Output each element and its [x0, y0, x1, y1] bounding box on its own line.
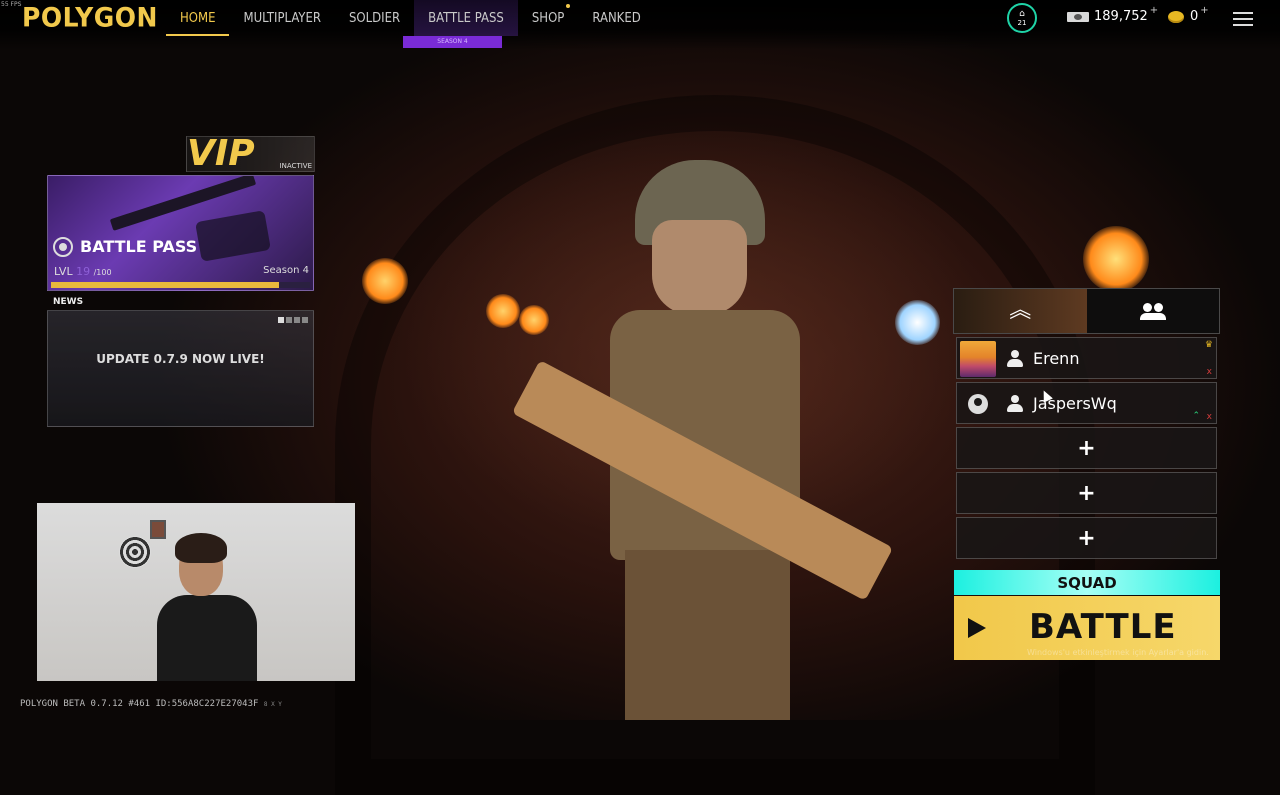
squad-member-slot[interactable]: Erenn ♛ x: [956, 337, 1217, 379]
invite-slot[interactable]: +: [956, 427, 1217, 469]
soldier-artwork: [195, 210, 271, 262]
streamer: [157, 533, 257, 681]
carousel-dot[interactable]: [286, 317, 292, 323]
kick-button[interactable]: x: [1207, 412, 1212, 422]
nav-home[interactable]: HOME: [166, 0, 230, 36]
add-player-icon: +: [1077, 525, 1096, 551]
gold-coin-icon: [1168, 10, 1184, 23]
build-info-text: POLYGON BETA 0.7.12 #461 ID:556A8C227E27…: [20, 699, 259, 709]
play-icon: [968, 618, 986, 638]
level-up-icon: ⌂: [1019, 8, 1025, 19]
battle-pass-season-tag: SEASON 4: [403, 36, 502, 48]
tab-friends[interactable]: [1087, 289, 1220, 333]
streamer-webcam: [37, 503, 355, 681]
squad-tabs: ︽: [953, 288, 1220, 334]
player-level-badge[interactable]: ⌂ 21: [1007, 3, 1037, 33]
battle-label: BATTLE: [1029, 607, 1177, 647]
lamp-light: [895, 300, 940, 345]
windows-activation-watermark: Windows'u etkinleştirmek için Ayarlar'a …: [1027, 648, 1209, 657]
person-icon: [1007, 395, 1023, 413]
invite-slot[interactable]: +: [956, 517, 1217, 559]
leader-crown-icon: ♛: [1204, 340, 1213, 350]
hamburger-menu-icon[interactable]: [1233, 12, 1253, 26]
build-info-extra: 8 X Y: [263, 701, 282, 708]
player-level: 21: [1017, 18, 1027, 27]
news-card[interactable]: UPDATE 0.7.9 NOW LIVE!: [47, 310, 314, 427]
nav-battle-pass[interactable]: BATTLE PASS: [414, 0, 518, 36]
streamer-body: [157, 595, 257, 681]
add-gold-icon: +: [1200, 5, 1209, 16]
streamer-hair: [175, 533, 227, 563]
friends-icon: [1139, 302, 1166, 320]
player-avatar: [960, 341, 996, 377]
lamp-light: [1083, 226, 1149, 292]
soldier-face: [652, 220, 747, 315]
main-nav: HOME MULTIPLAYER SOLDIER BATTLE PASS SHO…: [166, 0, 655, 40]
vip-banner[interactable]: VIP INACTIVE: [186, 133, 315, 174]
battle-pass-card[interactable]: BATTLE PASS LVL 19 /100 Season 4: [47, 175, 314, 291]
player-name: Erenn: [1033, 349, 1080, 368]
battle-pass-progress-bar: [51, 282, 310, 288]
squad-member-slot[interactable]: JaspersWq ⌃ x: [956, 382, 1217, 424]
news-carousel-dots[interactable]: [278, 317, 308, 323]
vip-status: INACTIVE: [279, 162, 312, 170]
cash-icon: [1067, 11, 1089, 22]
soldier-character: [511, 160, 900, 720]
tab-rank[interactable]: ︽: [954, 289, 1087, 333]
add-cash-icon: +: [1149, 5, 1159, 16]
invite-slot[interactable]: +: [956, 472, 1217, 514]
carousel-dot[interactable]: [278, 317, 284, 323]
nav-shop-label: SHOP: [531, 10, 565, 26]
game-logo: POLYGON: [22, 2, 158, 33]
add-player-icon: +: [1077, 435, 1096, 461]
battle-pass-level-max: /100: [93, 268, 112, 277]
battle-pass-title: BATTLE PASS: [80, 237, 198, 256]
fps-counter: 55 FPS: [1, 1, 22, 8]
add-player-icon: +: [1077, 480, 1096, 506]
promote-button[interactable]: ⌃: [1192, 411, 1200, 421]
gold-balance[interactable]: 0 +: [1168, 5, 1209, 24]
news-headline: UPDATE 0.7.9 NOW LIVE!: [96, 352, 265, 366]
battle-pass-lvl-label: LVL: [54, 265, 73, 278]
notification-dot: [566, 4, 571, 8]
battle-pass-icon: [53, 237, 73, 257]
news-label: NEWS: [53, 297, 84, 307]
battle-pass-season: Season 4: [263, 265, 309, 276]
build-info: POLYGON BETA 0.7.12 #461 ID:556A8C227E27…: [20, 699, 282, 709]
player-avatar: [960, 386, 996, 422]
cash-balance[interactable]: 189,752 +: [1067, 5, 1158, 24]
vip-label: VIP: [187, 133, 255, 174]
nav-multiplayer[interactable]: MULTIPLAYER: [229, 0, 334, 36]
default-avatar-icon: [968, 394, 988, 414]
person-icon: [1007, 350, 1023, 368]
cash-amount: 189,752: [1094, 9, 1148, 24]
battle-pass-level: LVL 19 /100: [54, 265, 112, 278]
nav-shop[interactable]: SHOP: [518, 0, 578, 36]
gold-amount: 0: [1190, 9, 1199, 24]
soldier-legs: [625, 550, 790, 720]
squad-panel: ︽ Erenn ♛ x JaspersWq ⌃ x + + + SQUAD BA…: [953, 288, 1220, 660]
rank-chevrons-icon: ︽: [1009, 298, 1032, 323]
nav-ranked[interactable]: RANKED: [578, 0, 654, 36]
carousel-dot[interactable]: [294, 317, 300, 323]
lamp-light: [486, 294, 520, 328]
dartboard: [119, 536, 151, 568]
kick-button[interactable]: x: [1207, 367, 1212, 377]
lamp-light: [362, 258, 408, 304]
battle-pass-level-value: 19: [76, 265, 91, 278]
battle-pass-progress-fill: [51, 282, 279, 288]
nav-soldier[interactable]: SOLDIER: [335, 0, 414, 36]
carousel-dot[interactable]: [302, 317, 308, 323]
squad-label: SQUAD: [954, 570, 1220, 595]
